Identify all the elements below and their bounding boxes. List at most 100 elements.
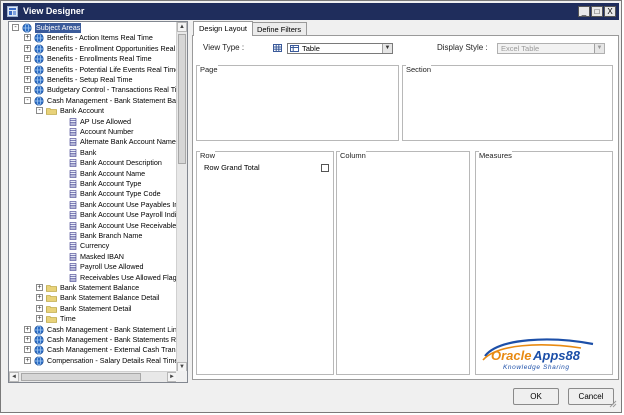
expand-icon[interactable]: + — [36, 284, 43, 291]
globe-icon — [34, 324, 44, 335]
tree-item[interactable]: + Benefits - Setup Real Time — [9, 75, 177, 85]
tree-item[interactable]: - Subject Areas — [9, 23, 177, 33]
expand-icon[interactable]: + — [36, 294, 43, 302]
tab-define-filters[interactable]: Define Filters — [251, 22, 308, 35]
tree-item[interactable]: + Compensation - Salary Details Real Time — [9, 356, 177, 366]
horizontal-scroll-thumb[interactable] — [21, 373, 141, 381]
collapse-icon[interactable]: - — [24, 96, 31, 104]
tree-item-label: Benefits - Setup Real Time — [47, 75, 133, 84]
maximize-button[interactable]: □ — [591, 6, 603, 17]
row-grand-total-checkbox[interactable] — [321, 164, 329, 172]
tree-item[interactable]: Receivables Use Allowed Flag D — [9, 273, 177, 283]
scroll-left-button[interactable]: ◄ — [9, 372, 19, 382]
tree-item[interactable]: - Cash Management - Bank Statement Bal — [9, 96, 177, 106]
row-grand-total-label: Row Grand Total — [204, 163, 260, 172]
globe-icon — [34, 85, 44, 95]
globe-icon — [34, 356, 44, 366]
tree-item[interactable]: + Benefits - Enrollments Real Time — [9, 54, 177, 64]
tree-item[interactable]: Bank Account Use Payroll Indica — [9, 210, 177, 220]
section-drop-zone[interactable]: Section — [402, 65, 613, 141]
expand-icon[interactable]: + — [24, 76, 31, 83]
close-button[interactable]: X — [604, 6, 616, 17]
scroll-up-button[interactable]: ▲ — [177, 22, 187, 32]
vertical-scroll-thumb[interactable] — [178, 34, 186, 164]
tree-item-label: Bank Account Use Receivables — [80, 220, 177, 230]
tree-item-label: Bank Statement Detail — [60, 303, 132, 313]
tree-item[interactable]: Bank Account Use Payables Ind — [9, 200, 177, 210]
tree-item-label: Payroll Use Allowed — [80, 262, 144, 272]
column-icon — [69, 138, 77, 147]
globe-icon — [34, 96, 44, 106]
tree-item[interactable]: Bank Account Type Code — [9, 189, 177, 199]
svg-text:Knowledge Sharing: Knowledge Sharing — [503, 364, 570, 371]
ok-button[interactable]: OK — [513, 388, 559, 405]
tree-item[interactable]: - Bank Account — [9, 106, 177, 116]
expand-icon[interactable]: + — [24, 65, 31, 73]
tab-design-layout[interactable]: Design Layout — [193, 21, 253, 36]
tree-item[interactable]: Bank — [9, 148, 177, 158]
row-drop-zone[interactable]: Row Row Grand Total — [196, 151, 334, 375]
collapse-icon[interactable]: - — [12, 24, 19, 31]
expand-icon[interactable]: + — [24, 34, 31, 42]
resize-grip-icon[interactable] — [609, 400, 617, 408]
tree-item-label: Bank Statement Balance — [60, 283, 140, 292]
column-icon — [69, 128, 77, 136]
tree-item[interactable]: + Bank Statement Balance — [9, 283, 177, 293]
tree-item[interactable]: Payroll Use Allowed — [9, 262, 177, 272]
tree-item[interactable]: + Cash Management - Bank Statement Lin — [9, 325, 177, 335]
tree-vertical-scrollbar[interactable]: ▲ ▼ — [176, 22, 187, 372]
tree-item-label: AP Use Allowed — [80, 116, 132, 126]
svg-text:Oracle: Oracle — [491, 348, 531, 363]
tree-item[interactable]: Alternate Bank Account Name — [9, 137, 177, 147]
tree-item-label: Account Number — [80, 127, 134, 136]
tree-item[interactable]: Bank Account Type — [9, 179, 177, 189]
tree-item[interactable]: Bank Account Description — [9, 158, 177, 168]
tree-item[interactable]: + Benefits - Potential Life Events Real T… — [9, 65, 177, 75]
tree-item[interactable]: Masked IBAN — [9, 252, 177, 262]
tree-item[interactable]: Bank Account Name — [9, 169, 177, 179]
tree-item[interactable]: + Cash Management - Bank Statements Re — [9, 335, 177, 345]
tree-item[interactable]: Account Number — [9, 127, 177, 137]
tree-item-label: Masked IBAN — [80, 251, 124, 261]
tree-item[interactable]: + Benefits - Action Items Real Time — [9, 33, 177, 43]
page-drop-zone[interactable]: Page — [196, 65, 399, 141]
page-zone-label: Page — [200, 65, 218, 74]
expand-icon[interactable]: + — [24, 336, 31, 343]
expand-icon[interactable]: + — [24, 55, 31, 63]
tree-item[interactable]: Bank Account Use Receivables — [9, 221, 177, 231]
expand-icon[interactable]: + — [36, 304, 43, 312]
tree-item[interactable]: + Time — [9, 314, 177, 324]
table-icon — [290, 45, 299, 52]
cancel-button[interactable]: Cancel — [568, 388, 614, 405]
expand-icon[interactable]: + — [36, 315, 43, 323]
row-zone-label: Row — [200, 151, 216, 160]
globe-icon — [34, 345, 44, 355]
expand-icon[interactable]: + — [24, 325, 31, 333]
column-drop-zone[interactable]: Column — [336, 151, 470, 375]
chevron-down-icon[interactable]: ▼ — [382, 44, 392, 53]
tree-item[interactable]: + Cash Management - External Cash Trans — [9, 345, 177, 355]
tree-item[interactable]: + Bank Statement Balance Detail — [9, 293, 177, 303]
expand-icon[interactable]: + — [24, 346, 31, 354]
tree-item-label: Cash Management - Bank Statements Re — [47, 335, 177, 344]
minimize-button[interactable]: _ — [578, 6, 590, 17]
expand-icon[interactable]: + — [24, 356, 31, 364]
tree-item[interactable]: + Benefits - Enrollment Opportunities Rea… — [9, 44, 177, 54]
collapse-icon[interactable]: - — [36, 107, 43, 115]
view-type-select[interactable]: Table ▼ — [287, 43, 393, 54]
tree-item[interactable]: + Budgetary Control - Transactions Real T… — [9, 85, 177, 95]
tree-item[interactable]: Currency — [9, 241, 177, 251]
subject-areas-tree[interactable]: - Subject Areas + Benefits - Action Items R… — [8, 21, 188, 383]
expand-icon[interactable]: + — [24, 86, 31, 94]
expand-icon[interactable]: + — [24, 44, 31, 52]
tree-content: - Subject Areas + Benefits - Action Items R… — [9, 22, 177, 372]
tree-item-label: Bank Account Type Code — [80, 189, 161, 199]
tree-item-label: Bank Account Type — [80, 179, 142, 188]
tree-item[interactable]: Bank Branch Name — [9, 231, 177, 241]
column-icon — [69, 169, 77, 178]
tree-horizontal-scrollbar[interactable]: ◄ ► — [9, 371, 177, 382]
tree-item-label: Alternate Bank Account Name — [80, 137, 176, 147]
tree-item[interactable]: + Bank Statement Detail — [9, 304, 177, 314]
tree-item-label: Bank Account Name — [80, 168, 146, 178]
tree-item[interactable]: AP Use Allowed — [9, 117, 177, 127]
